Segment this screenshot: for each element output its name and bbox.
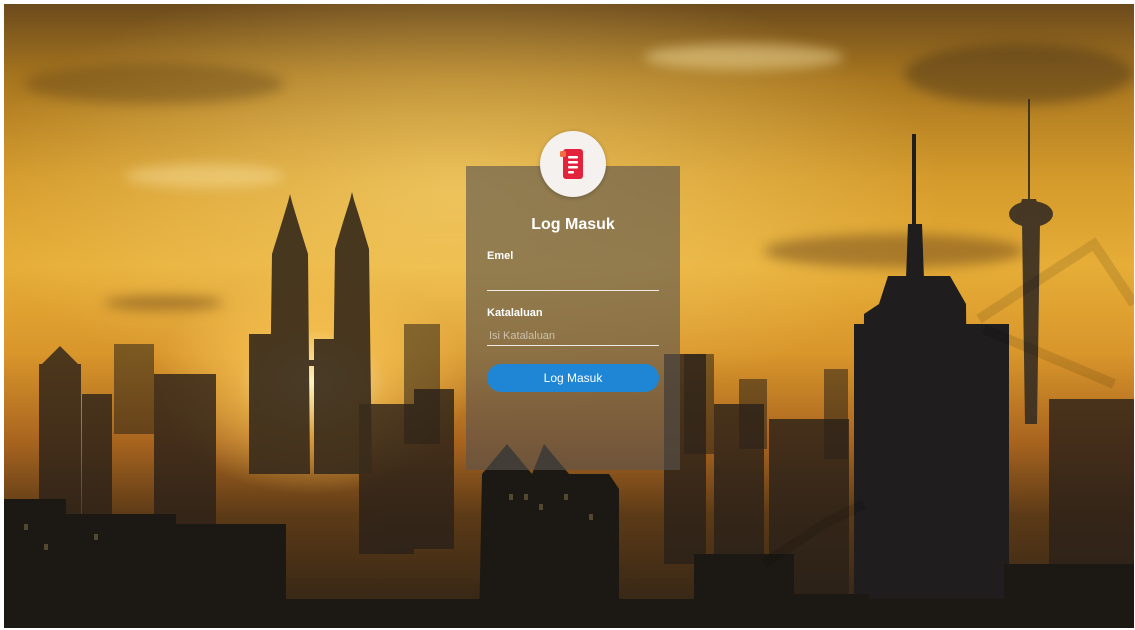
login-button[interactable]: Log Masuk bbox=[487, 364, 659, 392]
email-label: Emel bbox=[487, 250, 514, 262]
password-field[interactable] bbox=[487, 326, 659, 346]
password-label: Katalaluan bbox=[487, 307, 543, 319]
document-icon bbox=[560, 149, 583, 179]
email-field[interactable] bbox=[487, 271, 659, 291]
login-title: Log Masuk bbox=[531, 216, 615, 233]
app-logo bbox=[540, 131, 606, 197]
